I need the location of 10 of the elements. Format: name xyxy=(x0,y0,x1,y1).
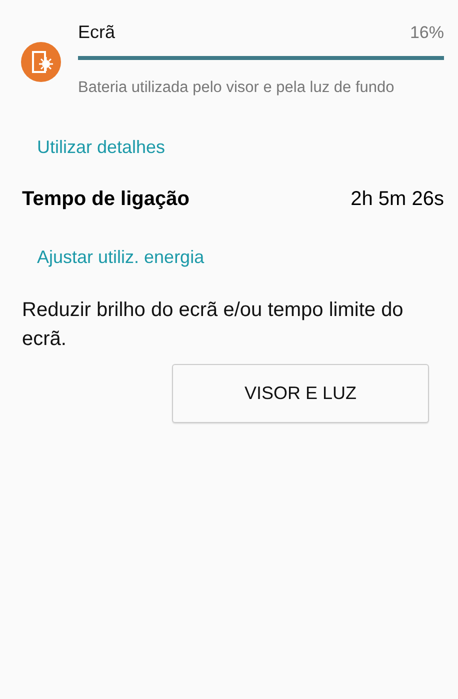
tip-text: Reduzir brilho do ecrã e/ou tempo limite do ecrã. xyxy=(22,298,404,352)
display-button[interactable]: VISOR E LUZ xyxy=(172,364,429,423)
section-header: Ajustar utiliz. energia xyxy=(37,247,206,268)
usage-title: Ecrã xyxy=(78,22,116,43)
usage-percent: 16% xyxy=(410,23,444,43)
screen-icon xyxy=(21,42,61,82)
section-header: Utilizar detalhes xyxy=(37,137,166,158)
detail-value: 2h 5m 26s xyxy=(350,188,444,211)
detail-label: Tempo de ligação xyxy=(22,188,190,211)
usage-description: Bateria utilizada pelo visor e pela luz de fundo xyxy=(78,79,396,97)
